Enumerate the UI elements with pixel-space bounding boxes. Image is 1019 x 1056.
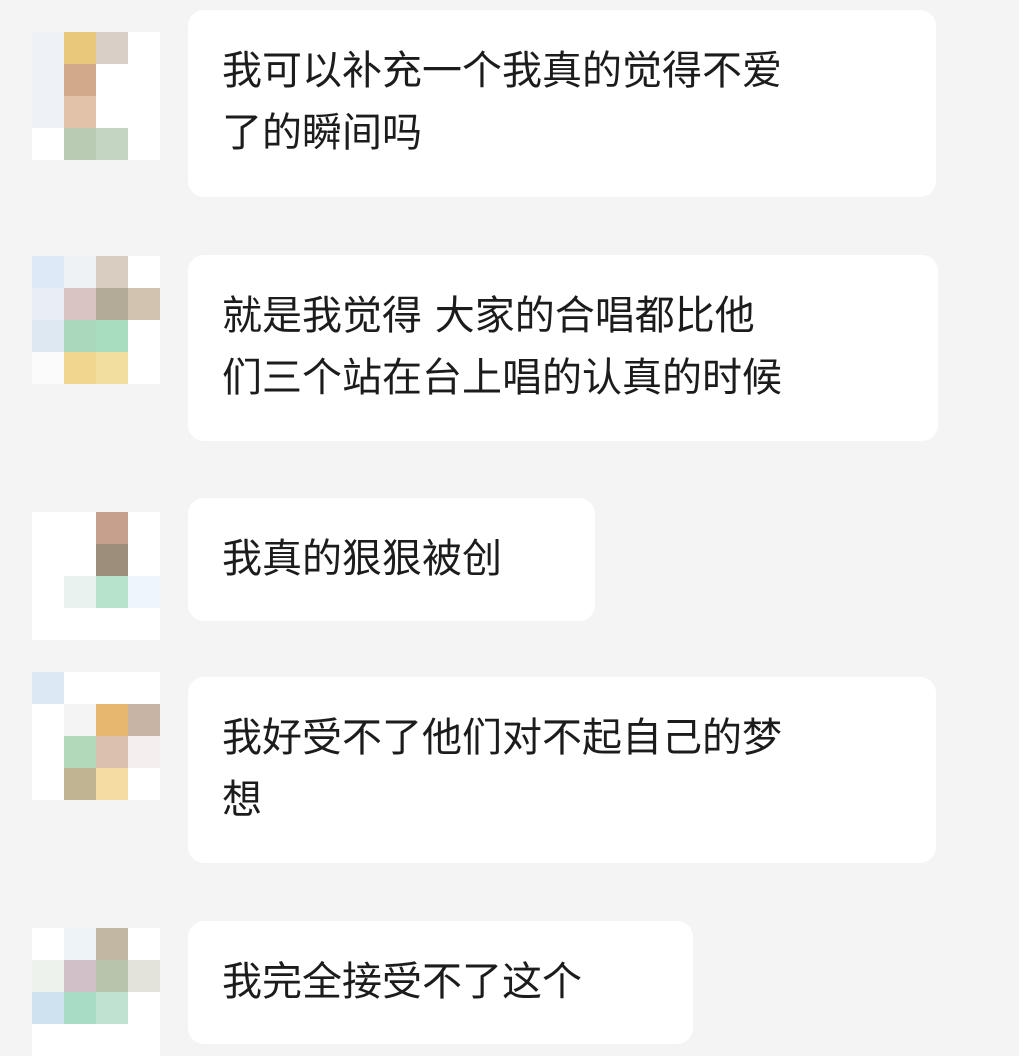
avatar-mosaic-pixel (128, 1024, 160, 1056)
avatar-mosaic-pixel (128, 704, 160, 736)
avatar-mosaic-pixel (32, 544, 64, 576)
avatar-mosaic-pixel (96, 128, 128, 160)
avatar[interactable] (32, 32, 160, 160)
message-bubble[interactable]: 我真的狠狠被创 (188, 498, 595, 621)
avatar-mosaic-pixel (128, 960, 160, 992)
avatar-mosaic-pixel (128, 672, 160, 704)
avatar-mosaic-pixel (64, 960, 96, 992)
avatar-mosaic-pixel (96, 352, 128, 384)
avatar-mosaic-pixel (96, 96, 128, 128)
avatar-mosaic-pixel (96, 576, 128, 608)
avatar-mosaic-pixel (128, 32, 160, 64)
avatar-mosaic-pixel (128, 512, 160, 544)
avatar-mosaic-pixel (32, 352, 64, 384)
avatar-mosaic-pixel (96, 320, 128, 352)
avatar-mosaic-pixel (32, 768, 64, 800)
avatar-mosaic-pixel (64, 352, 96, 384)
avatar-mosaic-pixel (32, 672, 64, 704)
avatar-mosaic-pixel (128, 256, 160, 288)
avatar-mosaic-pixel (64, 704, 96, 736)
avatar-mosaic-pixel (32, 512, 64, 544)
avatar-mosaic-pixel (64, 1024, 96, 1056)
avatar-mosaic-pixel (32, 1024, 64, 1056)
avatar-mosaic-pixel (128, 128, 160, 160)
avatar-mosaic-pixel (64, 576, 96, 608)
avatar-mosaic-pixel (64, 256, 96, 288)
avatar-mosaic-pixel (128, 736, 160, 768)
avatar-mosaic-pixel (96, 768, 128, 800)
avatar-mosaic-pixel (128, 992, 160, 1024)
avatar-mosaic-pixel (128, 608, 160, 640)
avatar-mosaic-pixel (96, 1024, 128, 1056)
avatar-mosaic-pixel (96, 704, 128, 736)
avatar-mosaic-pixel (96, 672, 128, 704)
avatar-mosaic-pixel (64, 608, 96, 640)
avatar-mosaic-pixel (32, 32, 64, 64)
avatar-mosaic-pixel (32, 736, 64, 768)
avatar-mosaic-pixel (128, 288, 160, 320)
avatar-mosaic-pixel (64, 736, 96, 768)
avatar-mosaic-pixel (64, 992, 96, 1024)
avatar-mosaic-pixel (64, 320, 96, 352)
message-bubble[interactable]: 我好受不了他们对不起自己的梦 想 (188, 677, 936, 863)
avatar-mosaic-pixel (128, 64, 160, 96)
avatar-mosaic-pixel (64, 928, 96, 960)
avatar-mosaic-pixel (64, 288, 96, 320)
avatar-mosaic-pixel (32, 608, 64, 640)
avatar-mosaic-pixel (96, 960, 128, 992)
avatar-mosaic-pixel (64, 672, 96, 704)
avatar-mosaic-pixel (32, 128, 64, 160)
avatar-mosaic-pixel (32, 320, 64, 352)
avatar-mosaic-pixel (64, 32, 96, 64)
avatar-mosaic-pixel (64, 96, 96, 128)
avatar-mosaic-pixel (128, 928, 160, 960)
avatar[interactable] (32, 256, 160, 384)
avatar-mosaic-pixel (64, 64, 96, 96)
avatar-mosaic-pixel (96, 928, 128, 960)
avatar[interactable] (32, 672, 160, 800)
avatar-mosaic-pixel (128, 576, 160, 608)
avatar-mosaic-pixel (96, 608, 128, 640)
message-bubble[interactable]: 就是我觉得 大家的合唱都比他 们三个站在台上唱的认真的时候 (188, 255, 938, 441)
avatar-mosaic-pixel (96, 64, 128, 96)
avatar-mosaic-pixel (32, 992, 64, 1024)
avatar-mosaic-pixel (64, 512, 96, 544)
avatar-mosaic-pixel (96, 288, 128, 320)
avatar-mosaic-pixel (32, 576, 64, 608)
avatar-mosaic-pixel (96, 736, 128, 768)
avatar-mosaic-pixel (128, 544, 160, 576)
message-bubble[interactable]: 我完全接受不了这个 (188, 921, 693, 1044)
avatar-mosaic-pixel (96, 256, 128, 288)
avatar-mosaic-pixel (32, 96, 64, 128)
avatar-mosaic-pixel (96, 32, 128, 64)
avatar-mosaic-pixel (128, 320, 160, 352)
avatar-mosaic-pixel (32, 256, 64, 288)
avatar-mosaic-pixel (32, 928, 64, 960)
avatar-mosaic-pixel (128, 768, 160, 800)
avatar[interactable] (32, 512, 160, 640)
avatar-mosaic-pixel (64, 768, 96, 800)
avatar-mosaic-pixel (32, 704, 64, 736)
avatar-mosaic-pixel (32, 960, 64, 992)
avatar-mosaic-pixel (32, 64, 64, 96)
avatar-mosaic-pixel (64, 128, 96, 160)
avatar-mosaic-pixel (96, 544, 128, 576)
avatar-mosaic-pixel (96, 992, 128, 1024)
avatar-mosaic-pixel (64, 544, 96, 576)
avatar-mosaic-pixel (32, 288, 64, 320)
avatar-mosaic-pixel (96, 512, 128, 544)
chat-message-list: 我可以补充一个我真的觉得不爱 了的瞬间吗 就是我觉得 大家的合唱都比他 们三个站… (0, 0, 1019, 1056)
avatar[interactable] (32, 928, 160, 1056)
message-bubble[interactable]: 我可以补充一个我真的觉得不爱 了的瞬间吗 (188, 10, 936, 197)
avatar-mosaic-pixel (128, 96, 160, 128)
avatar-mosaic-pixel (128, 352, 160, 384)
